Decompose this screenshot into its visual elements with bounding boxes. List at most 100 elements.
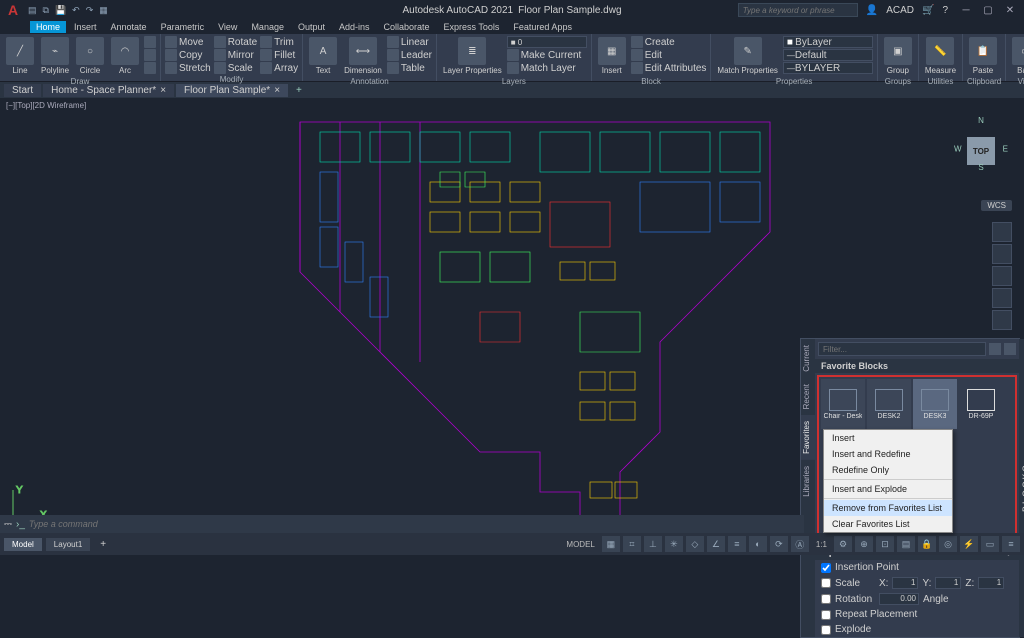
help-icon[interactable]: ? [942, 5, 948, 16]
grid-toggle-icon[interactable]: ▦ [602, 536, 620, 552]
full-nav-wheel-icon[interactable] [992, 222, 1012, 242]
match-props-button[interactable]: ✎Match Properties [715, 36, 779, 76]
layout-tab-layout1[interactable]: Layout1 [46, 538, 90, 551]
viewcube-face[interactable]: TOP [967, 137, 995, 165]
palette-tab-libraries[interactable]: Libraries [801, 460, 815, 503]
close-button[interactable]: ✕ [1000, 5, 1020, 16]
close-icon[interactable]: × [274, 85, 280, 96]
new-tab-button[interactable]: + [290, 85, 308, 96]
viewcube-south[interactable]: S [978, 163, 983, 172]
layer-combo[interactable]: ■ 0 [507, 36, 587, 48]
rotation-checkbox[interactable] [821, 594, 831, 604]
opt-rotation[interactable]: Rotation 0.00 Angle [815, 591, 1019, 607]
minimize-button[interactable]: ─ [956, 5, 976, 16]
tab-manage[interactable]: Manage [245, 21, 290, 33]
cycling-toggle-icon[interactable]: ⟳ [770, 536, 788, 552]
lineweight-combo[interactable]: — Default [783, 49, 873, 61]
showmotion-icon[interactable] [992, 310, 1012, 330]
scale-z-input[interactable]: 1 [978, 577, 1004, 589]
group-button[interactable]: ▣Group [882, 36, 914, 76]
block-desk3[interactable]: DESK3 [913, 379, 957, 429]
customize-status-icon[interactable]: ≡ [1002, 536, 1020, 552]
ctx-insert-explode[interactable]: Insert and Explode [824, 481, 952, 497]
color-combo[interactable]: ■ ByLayer [783, 36, 873, 48]
palette-view-icon[interactable] [989, 343, 1001, 355]
opt-scale[interactable]: Scale X:1 Y:1 Z:1 [815, 575, 1019, 591]
tab-featuredapps[interactable]: Featured Apps [507, 21, 578, 33]
edit-attrs-button[interactable]: Edit Attributes [631, 62, 707, 74]
scale-checkbox[interactable] [821, 578, 831, 588]
polyline-button[interactable]: ⌁Polyline [39, 36, 71, 76]
tab-parametric[interactable]: Parametric [155, 21, 211, 33]
clean-screen-icon[interactable]: ▭ [981, 536, 999, 552]
circle-button[interactable]: ○Circle [74, 36, 106, 76]
create-block-button[interactable]: Create [631, 36, 707, 48]
layout-tab-model[interactable]: Model [4, 538, 42, 551]
draw-extra-1[interactable] [144, 36, 156, 48]
dimension-button[interactable]: ⟷Dimension [342, 36, 384, 76]
lock-ui-icon[interactable]: 🔒 [918, 536, 936, 552]
opt-repeat[interactable]: Repeat Placement [815, 607, 1019, 622]
transparency-toggle-icon[interactable]: ◐ [749, 536, 767, 552]
help-search-input[interactable] [738, 3, 858, 17]
opt-insertion-point[interactable]: Insertion Point [815, 560, 1019, 575]
insertion-checkbox[interactable] [821, 563, 831, 573]
rotation-input[interactable]: 0.00 [879, 593, 919, 605]
trim-button[interactable]: Trim [260, 36, 298, 48]
layer-properties-button[interactable]: ≣Layer Properties [441, 36, 504, 76]
lineweight-toggle-icon[interactable]: ≡ [728, 536, 746, 552]
make-current-button[interactable]: Make Current [507, 49, 587, 61]
viewport-controls[interactable]: [−][Top][2D Wireframe] [0, 98, 1024, 112]
paste-button[interactable]: 📋Paste [967, 36, 999, 76]
opt-explode[interactable]: Explode [815, 622, 1019, 637]
block-desk2[interactable]: DESK2 [867, 379, 911, 429]
scale-x-input[interactable]: 1 [892, 577, 918, 589]
draw-extra-2[interactable] [144, 49, 156, 61]
file-tab-floorplan[interactable]: Floor Plan Sample*× [176, 84, 288, 97]
otrack-toggle-icon[interactable]: ∠ [707, 536, 725, 552]
qat-save-icon[interactable]: 💾 [55, 5, 66, 16]
add-layout-button[interactable]: + [94, 539, 112, 550]
palette-tab-favorites[interactable]: Favorites [801, 415, 815, 460]
qat-open-icon[interactable]: ⧉ [43, 5, 49, 16]
close-icon[interactable]: × [160, 85, 166, 96]
ctx-clear-favorites[interactable]: Clear Favorites List [824, 516, 952, 532]
qat-undo-icon[interactable]: ↶ [72, 5, 80, 16]
qat-share-icon[interactable]: ▦ [99, 5, 108, 16]
orbit-icon[interactable] [992, 288, 1012, 308]
signin-icon[interactable]: 👤 [866, 5, 878, 16]
viewcube-north[interactable]: N [978, 116, 984, 125]
match-layer-button[interactable]: Match Layer [507, 62, 587, 74]
palette-refresh-icon[interactable] [1004, 343, 1016, 355]
mirror-button[interactable]: Mirror [214, 49, 257, 61]
viewcube[interactable]: N S E W TOP [946, 116, 1016, 186]
polar-toggle-icon[interactable]: ✳ [665, 536, 683, 552]
tab-home[interactable]: Home [30, 21, 66, 33]
workspace-icon[interactable]: ⚙ [834, 536, 852, 552]
hardware-accel-icon[interactable]: ⚡ [960, 536, 978, 552]
block-filter-input[interactable] [818, 342, 986, 356]
ctx-remove-favorites[interactable]: Remove from Favorites List [824, 500, 952, 516]
app-logo[interactable]: A [4, 1, 22, 19]
ctx-insert[interactable]: Insert [824, 430, 952, 446]
linear-dim-button[interactable]: Linear [387, 36, 432, 48]
text-button[interactable]: AText [307, 36, 339, 76]
qat-redo-icon[interactable]: ↷ [86, 5, 94, 16]
measure-button[interactable]: 📏Measure [923, 36, 958, 76]
tab-expresstools[interactable]: Express Tools [438, 21, 506, 33]
units-icon[interactable]: ⊡ [876, 536, 894, 552]
fillet-button[interactable]: Fillet [260, 49, 298, 61]
annotation-scale[interactable]: 1:1 [812, 540, 831, 549]
palette-tab-current[interactable]: Current [801, 339, 815, 378]
base-view-button[interactable]: ▭Base [1010, 36, 1024, 76]
table-button[interactable]: Table [387, 62, 432, 74]
palette-title-bar[interactable]: BLOCKS [1019, 339, 1024, 637]
ctx-redefine-only[interactable]: Redefine Only [824, 462, 952, 478]
stretch-button[interactable]: Stretch [165, 62, 211, 74]
tab-addins[interactable]: Add-ins [333, 21, 376, 33]
array-button[interactable]: Array [260, 62, 298, 74]
tab-annotate[interactable]: Annotate [105, 21, 153, 33]
snap-toggle-icon[interactable]: ⌗ [623, 536, 641, 552]
arc-button[interactable]: ◠Arc [109, 36, 141, 76]
insert-block-button[interactable]: ▦Insert [596, 36, 628, 76]
